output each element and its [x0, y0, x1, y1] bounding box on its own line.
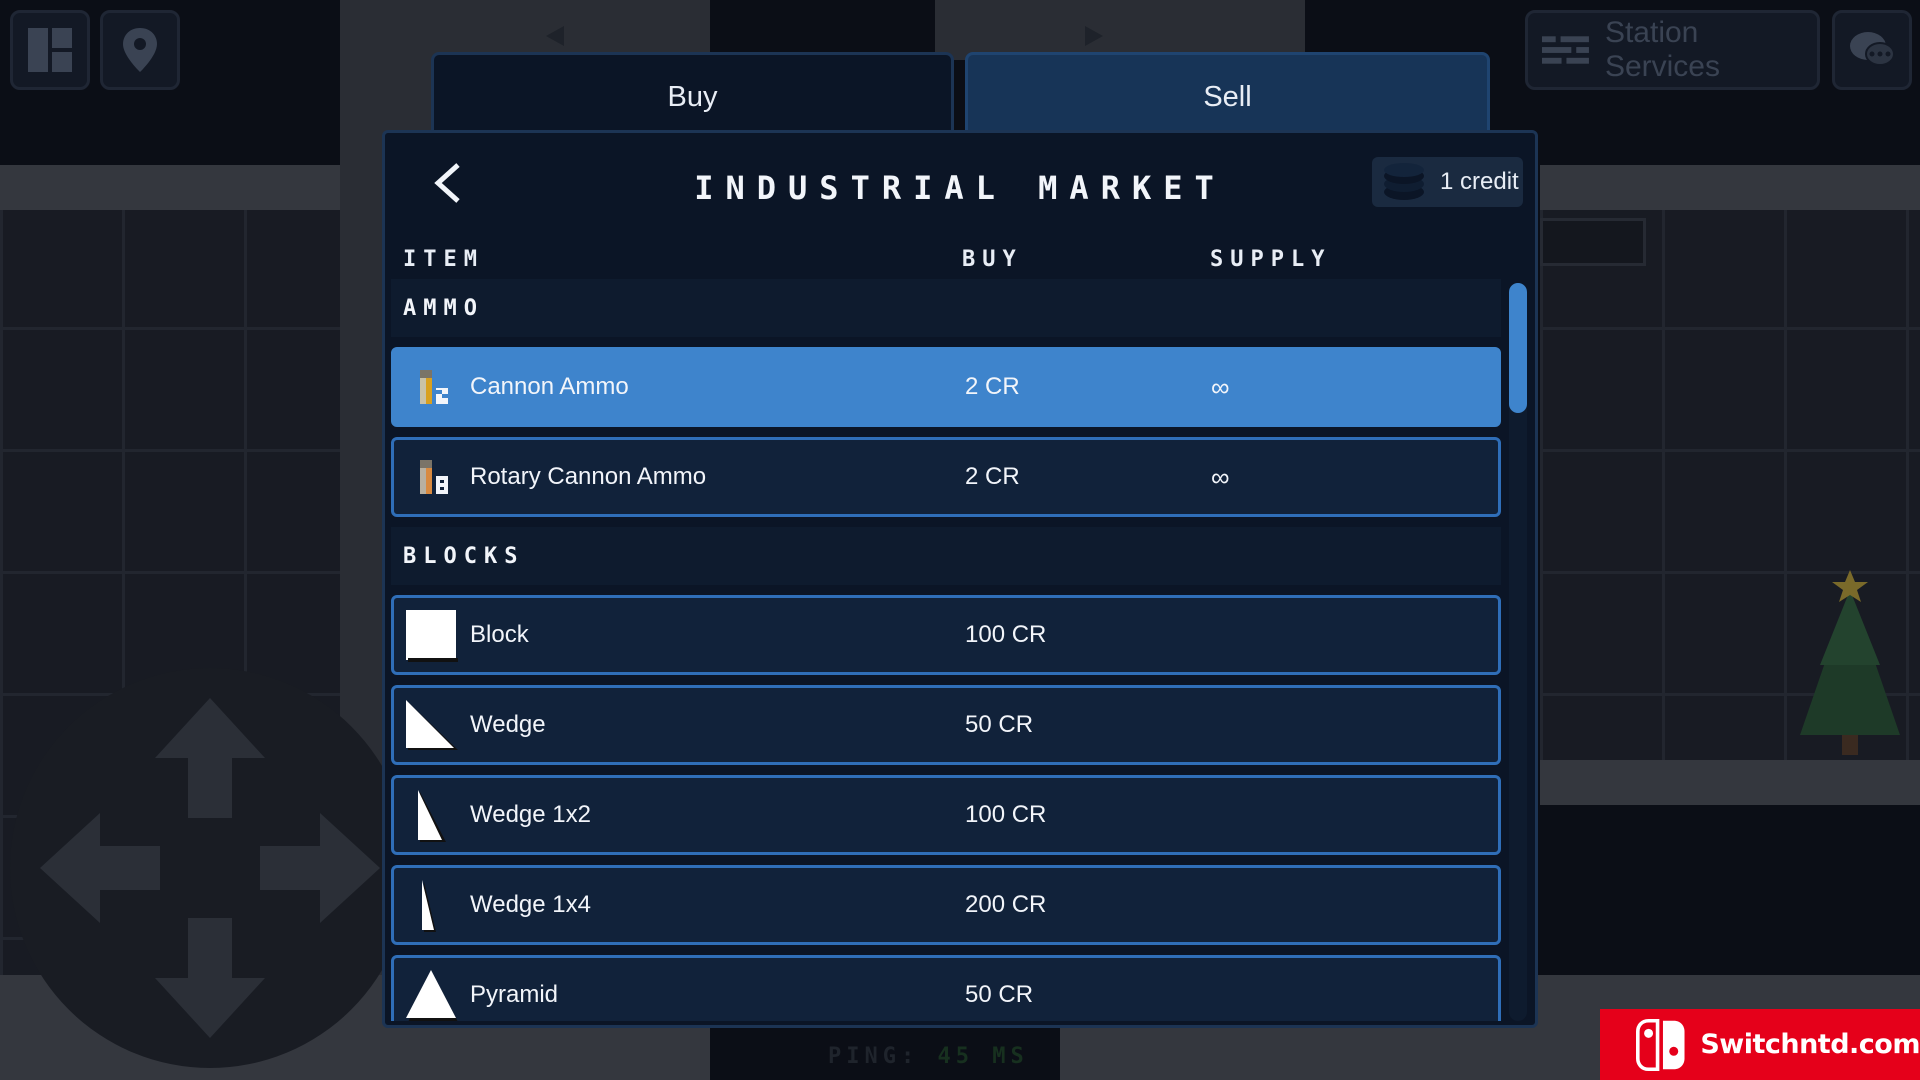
market-panel: INDUSTRIAL MARKET 1 credit ITEM BUY SUPP… — [382, 130, 1538, 1028]
chat-button[interactable] — [1832, 10, 1912, 90]
market-row-rotary-cannon-ammo[interactable]: Rotary Cannon Ammo 2 CR ∞ — [391, 437, 1501, 517]
column-header-item: ITEM — [403, 247, 484, 272]
column-header-supply: SUPPLY — [1210, 247, 1332, 272]
item-name: Cannon Ammo — [470, 373, 629, 400]
list-scrollbar[interactable] — [1509, 283, 1527, 1021]
market-row-wedge-1x2[interactable]: Wedge 1x2 100 CR — [391, 775, 1501, 855]
market-row-block[interactable]: Block 100 CR — [391, 595, 1501, 675]
item-name: Wedge 1x2 — [470, 801, 591, 828]
wall-segment — [440, 0, 710, 60]
market-row-wedge-1x4[interactable]: Wedge 1x4 200 CR — [391, 865, 1501, 945]
coin-stack-icon — [1384, 163, 1424, 200]
dark-area — [1540, 805, 1920, 975]
item-price: 2 CR — [965, 373, 1020, 400]
item-price: 50 CR — [965, 981, 1034, 1008]
item-name: Wedge 1x4 — [470, 891, 591, 918]
cannon-ammo-icon — [420, 370, 448, 404]
watermark-text: Switchntd.com — [1700, 1029, 1920, 1060]
section-header-ammo: AMMO — [391, 279, 1501, 337]
section-header-blocks: BLOCKS — [391, 527, 1501, 585]
market-row-cannon-ammo[interactable]: Cannon Ammo 2 CR ∞ — [391, 347, 1501, 427]
dark-corridor — [710, 0, 935, 60]
item-price: 100 CR — [965, 621, 1047, 648]
services-icon — [1542, 34, 1589, 66]
tab-buy[interactable]: Buy — [431, 52, 954, 140]
map-button[interactable] — [100, 10, 180, 90]
switch-logo-icon — [1636, 1018, 1685, 1071]
credit-amount: 1 credit — [1440, 168, 1519, 195]
move-arrows-icon — [40, 698, 380, 1038]
item-price: 2 CR — [965, 463, 1020, 490]
christmas-tree-decoration — [1800, 570, 1900, 755]
station-services-label: Station Services — [1604, 16, 1720, 83]
market-item-list: AMMO Cannon Ammo 2 CR ∞ Rotary Cannon Am… — [391, 279, 1501, 1021]
watermark-logo: Switchntd.com — [1600, 1009, 1920, 1080]
wall-segment — [1540, 165, 1920, 210]
ping-value: 45 — [937, 1044, 974, 1069]
nav-right-arrow-icon — [1085, 26, 1103, 46]
item-price: 100 CR — [965, 801, 1047, 828]
scrollbar-thumb[interactable] — [1509, 283, 1527, 413]
item-name: Wedge — [470, 711, 546, 738]
item-supply: ∞ — [1211, 371, 1230, 402]
pyramid-icon — [406, 970, 458, 1021]
block-icon — [406, 610, 458, 662]
station-services-button[interactable]: Station Services — [1525, 10, 1820, 90]
item-name: Pyramid — [470, 981, 559, 1008]
chat-bubbles-icon — [1850, 32, 1895, 66]
virtual-dpad[interactable] — [10, 668, 410, 1068]
market-row-wedge[interactable]: Wedge 50 CR — [391, 685, 1501, 765]
credit-balance: 1 credit — [1372, 157, 1523, 207]
tab-buy-label: Buy — [667, 81, 718, 113]
rotary-cannon-ammo-icon — [420, 460, 448, 494]
item-price: 200 CR — [965, 891, 1047, 918]
page-title: INDUSTRIAL MARKET — [694, 169, 1226, 207]
tab-sell-label: Sell — [1203, 81, 1252, 113]
wedge-1x2-icon — [418, 790, 446, 842]
column-header-buy: BUY — [962, 247, 1023, 272]
item-supply: ∞ — [1211, 461, 1230, 492]
ping-readout: PING: 45 MS — [828, 1044, 1029, 1069]
dashboard-icon — [28, 28, 72, 72]
wedge-icon — [406, 700, 458, 750]
wall-segment — [935, 0, 1305, 60]
tab-sell[interactable]: Sell — [965, 52, 1490, 140]
wall-vent — [1540, 218, 1646, 266]
item-price: 50 CR — [965, 711, 1034, 738]
wall-segment — [1540, 760, 1920, 805]
nav-left-arrow-icon — [546, 26, 564, 46]
location-pin-icon — [123, 28, 157, 72]
wedge-1x4-icon — [422, 880, 436, 932]
ping-label: PING: — [828, 1044, 920, 1069]
ping-unit: MS — [992, 1044, 1029, 1069]
item-name: Rotary Cannon Ammo — [470, 463, 707, 490]
item-name: Block — [470, 621, 529, 648]
market-row-pyramid[interactable]: Pyramid 50 CR — [391, 955, 1501, 1021]
layout-menu-button[interactable] — [10, 10, 90, 90]
